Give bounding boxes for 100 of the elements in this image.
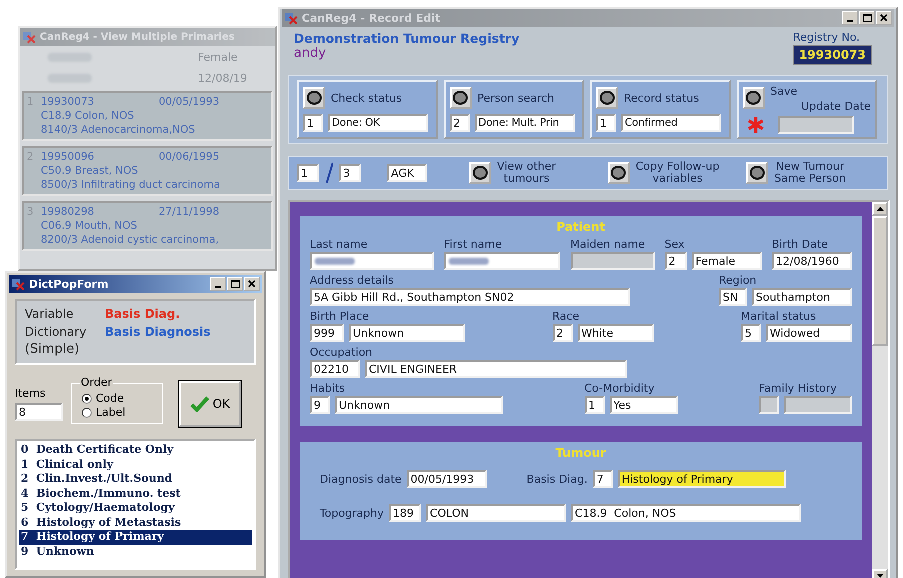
update-date-field[interactable]: [778, 116, 854, 134]
value-field[interactable]: CIVIL ENGINEER: [365, 360, 627, 378]
tumour-number-field[interactable]: 1: [297, 164, 319, 182]
field-label: Maiden name: [570, 238, 646, 251]
code-field[interactable]: 1: [584, 396, 604, 414]
items-field[interactable]: 8: [15, 403, 63, 421]
field-label: Basis Diag.: [526, 472, 588, 486]
description-field[interactable]: C18.9 Colon, NOS: [571, 504, 802, 522]
text-field[interactable]: 5A Gibb Hill Rd., Southampton SN02: [310, 288, 630, 306]
code-field[interactable]: 999: [310, 324, 344, 342]
code-field[interactable]: 1: [596, 114, 616, 132]
dictionary-item[interactable]: 4 Biochem./Immuno. test: [19, 486, 252, 501]
code-field[interactable]: 9: [310, 396, 330, 414]
topography-text: C18.9 Colon, NOS: [40, 109, 136, 123]
value-field[interactable]: Widowed: [766, 324, 852, 342]
dictionary-item[interactable]: 1 Clinical only: [19, 458, 252, 472]
code-field[interactable]: 7: [592, 470, 613, 488]
dictionary-item[interactable]: 2 Clin.Invest./Ult.Sound: [19, 472, 252, 486]
nav-button[interactable]: View other tumours: [469, 161, 602, 185]
blurred-field[interactable]: [310, 252, 434, 270]
value-field[interactable]: White: [578, 324, 654, 342]
text-field[interactable]: 00/05/1993: [406, 470, 487, 488]
status-button[interactable]: Check status: [303, 85, 432, 111]
diagnosis-date: 27/11/1998: [159, 205, 220, 219]
text-field[interactable]: 12/08/1960: [772, 252, 852, 270]
window-title: CanReg4 - Record Edit: [302, 12, 442, 24]
status-field[interactable]: Done: OK: [328, 114, 428, 132]
field-label: Region: [719, 274, 758, 287]
section-title: Tumour: [554, 446, 608, 460]
registry-number: 19950096: [41, 150, 96, 164]
morphology-text: 8200/3 Adenoid cystic carcinoma,: [40, 233, 220, 247]
nav-button[interactable]: New Tumour Same Person: [746, 161, 880, 185]
status-button[interactable]: Record status: [596, 85, 724, 111]
dictionary-item[interactable]: 7 Histology of Primary: [19, 530, 252, 544]
nav-button[interactable]: Copy Follow-up variables: [608, 161, 740, 185]
scroll-down-icon: [876, 574, 884, 578]
status-button[interactable]: Person search: [450, 85, 578, 111]
app-icon: [284, 11, 298, 25]
minimize-button[interactable]: [210, 277, 226, 291]
topography-text: C06.9 Mouth, NOS: [40, 219, 138, 233]
code-field[interactable]: 5: [741, 324, 761, 342]
status-field[interactable]: Done: Mult. Prin: [474, 114, 574, 132]
value-field[interactable]: Unknown: [335, 396, 503, 414]
dictionary-type: (Simple): [25, 341, 80, 359]
code-field[interactable]: SN: [719, 288, 747, 306]
field-label: Habits: [310, 382, 346, 395]
registry-number: 19980298: [41, 205, 96, 219]
variable-label: Variable: [25, 306, 75, 323]
app-icon: [22, 30, 36, 44]
field-label: Birth Place: [310, 310, 370, 323]
close-button[interactable]: [876, 11, 892, 25]
code-field[interactable]: 189: [389, 504, 422, 522]
field-label: Address details: [310, 274, 395, 287]
value-field[interactable]: Unknown: [349, 324, 465, 342]
registry-number-field[interactable]: 19930073: [793, 45, 872, 65]
window-title: DictPopForm: [29, 278, 110, 290]
initials-field[interactable]: AGK: [387, 164, 428, 182]
variable-value: Basis Diag.: [105, 306, 180, 323]
value-field[interactable]: Southampton: [752, 288, 852, 306]
code-field[interactable]: 2: [664, 252, 687, 270]
field-label: Topography: [320, 506, 384, 520]
diagnosis-date: 00/05/1993: [159, 95, 220, 109]
registry-number-label: Registry No.: [793, 31, 861, 44]
maximize-button[interactable]: [859, 11, 875, 25]
code-field[interactable]: 2: [450, 114, 470, 132]
maximize-icon: [230, 280, 240, 288]
status-field[interactable]: Confirmed: [621, 114, 721, 132]
radio-option[interactable]: Code: [82, 392, 152, 405]
value-field[interactable]: Female: [692, 252, 762, 270]
minimize-button[interactable]: [842, 11, 858, 25]
field-label: First name: [444, 238, 504, 251]
tumour-total-field[interactable]: 3: [339, 164, 362, 182]
topography-text: C50.9 Breast, NOS: [40, 164, 140, 178]
maximize-button[interactable]: [227, 277, 243, 291]
dictionary-value: Basis Diagnosis: [105, 324, 211, 341]
value-field[interactable]: Histology of Primary: [618, 470, 786, 488]
ok-button[interactable]: OK: [179, 381, 241, 427]
code-field[interactable]: 1: [303, 114, 323, 132]
dictionary-item[interactable]: 5 Cytology/Haematology: [19, 501, 252, 516]
value-field[interactable]: [784, 396, 852, 414]
dictionary-label: Dictionary: [25, 324, 88, 341]
save-button[interactable]: Save: [742, 85, 798, 111]
field-label: Family History: [759, 382, 838, 395]
close-button[interactable]: [244, 277, 260, 291]
registry-number: 19930073: [41, 95, 96, 109]
maximize-icon: [862, 14, 872, 22]
field-label: Birth Date: [772, 238, 830, 251]
blurred-field[interactable]: [444, 252, 560, 270]
dictionary-item[interactable]: 9 Unknown: [19, 544, 252, 559]
value-field[interactable]: COLON: [426, 504, 566, 522]
update-date-label: Update Date: [801, 100, 871, 113]
slash-icon: [325, 162, 334, 184]
value-field[interactable]: Yes: [610, 396, 678, 414]
field-label: Diagnosis date: [320, 472, 402, 486]
radio-option[interactable]: Label: [82, 406, 152, 419]
dictionary-item[interactable]: 6 Histology of Metastasis: [19, 516, 252, 530]
code-field[interactable]: 2: [552, 324, 572, 342]
scrollbar[interactable]: [872, 202, 888, 578]
code-field[interactable]: 02210: [310, 360, 360, 378]
dictionary-item[interactable]: 0 Death Certificate Only: [19, 443, 252, 458]
